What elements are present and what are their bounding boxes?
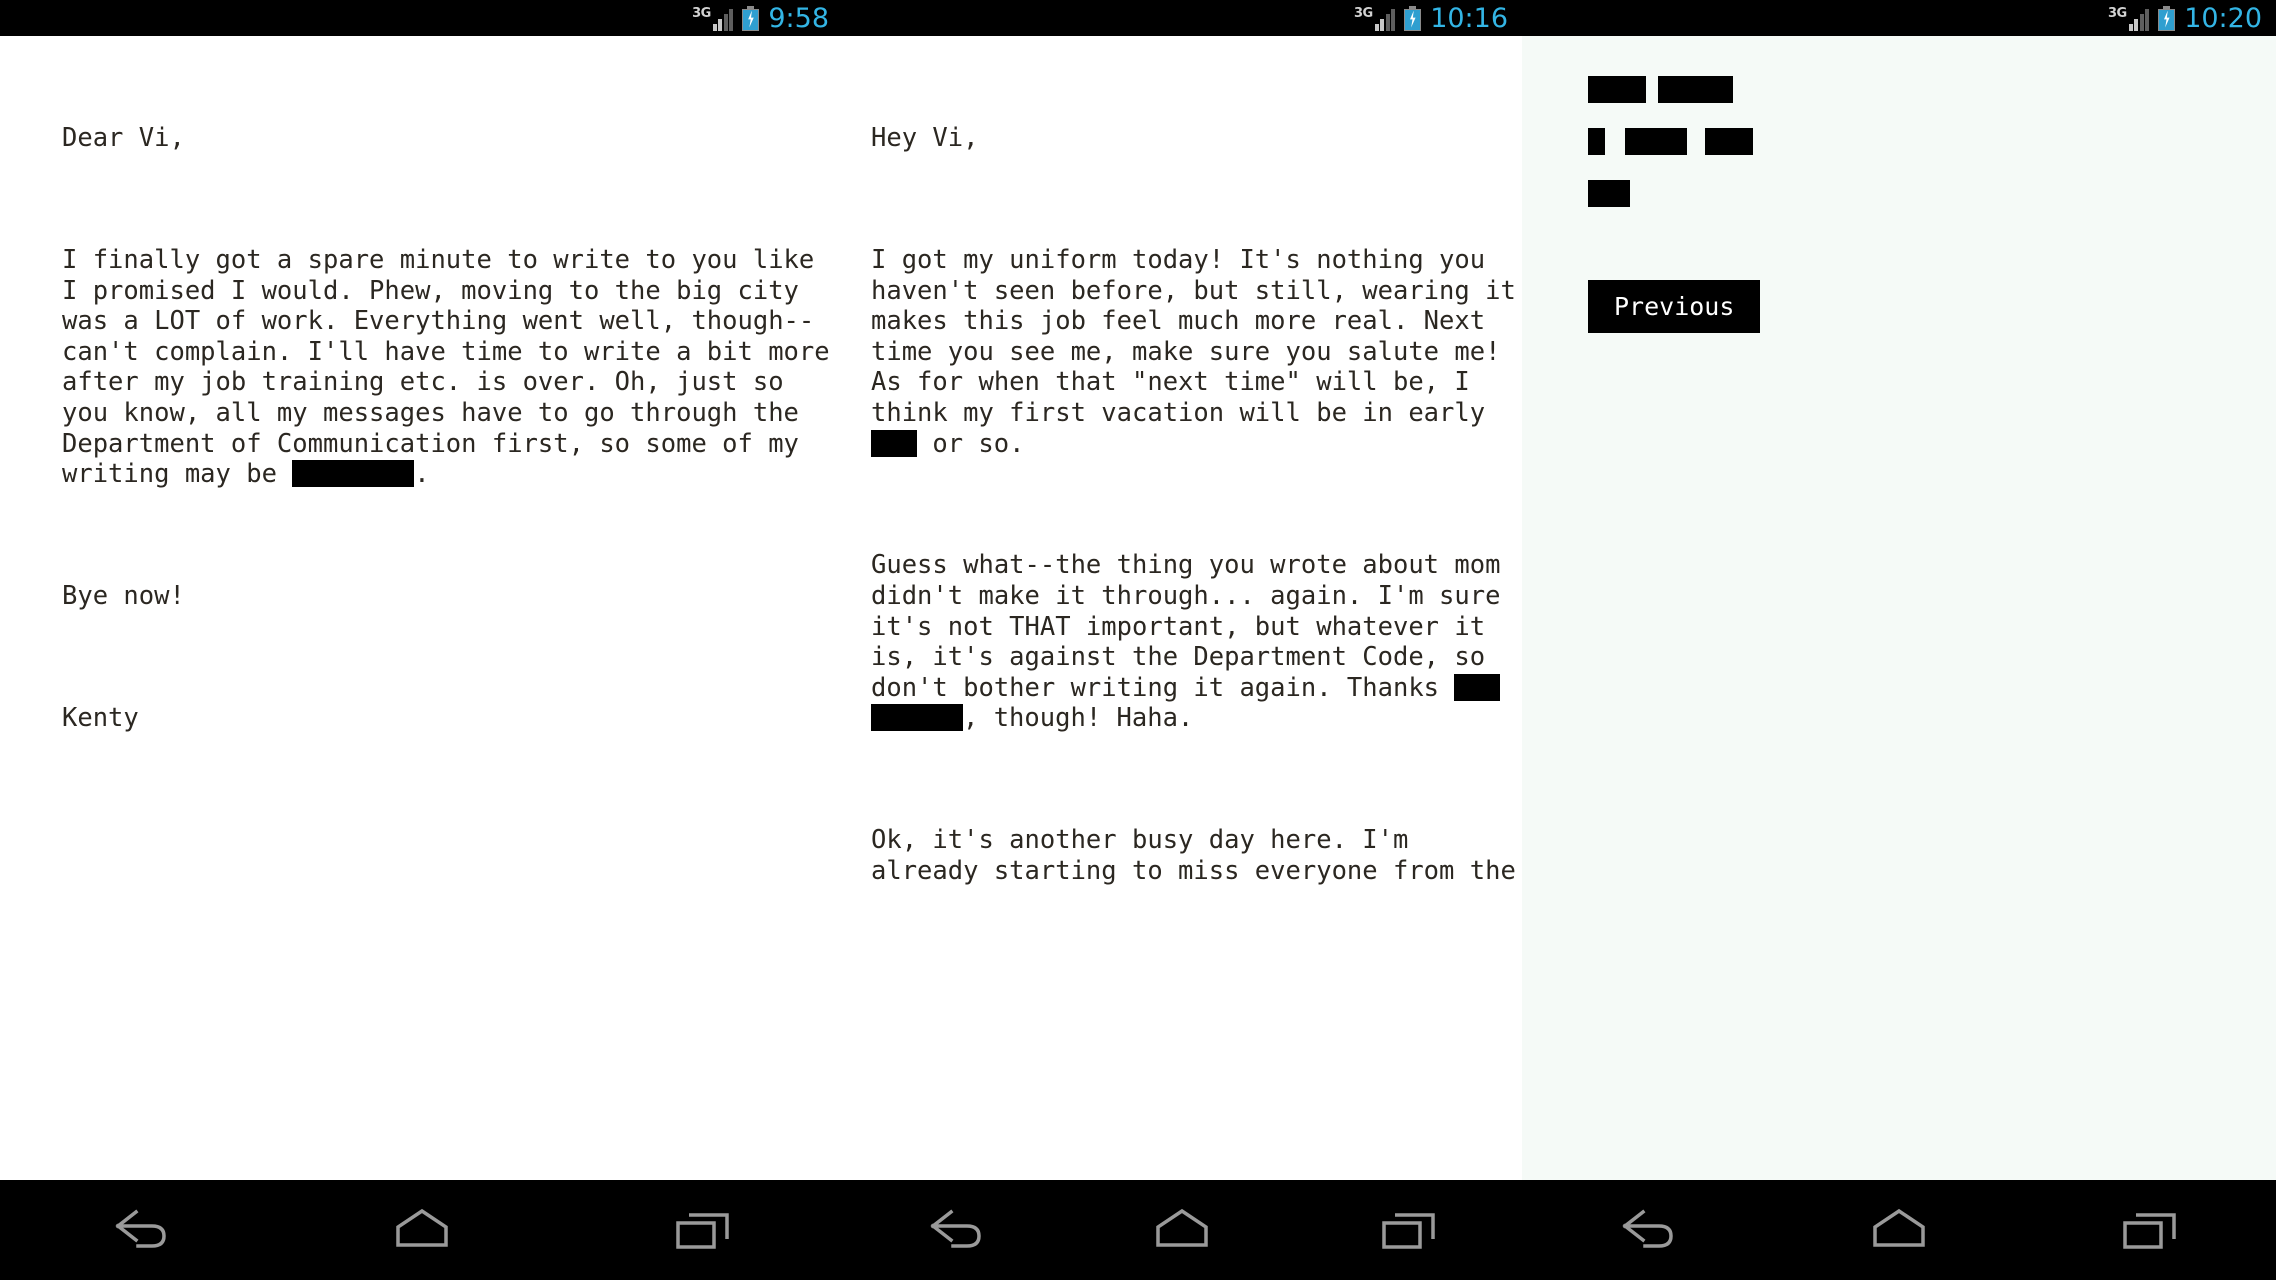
redaction-gap <box>1687 141 1705 142</box>
letter-paragraph: I got my uniform today! It's nothing you… <box>871 245 1522 459</box>
paragraph-text-before-redaction: I finally got a spare minute to write to… <box>62 244 830 490</box>
network-type-label: 3G <box>1353 6 1373 21</box>
recent-apps-icon[interactable] <box>643 1180 763 1280</box>
redaction-block <box>871 704 963 732</box>
redaction-block <box>1588 76 1646 103</box>
status-clock: 10:20 <box>2184 2 2262 34</box>
letter-signature: Kenty <box>62 702 139 733</box>
device-screen-triptych: 3G 9:58 Dear Vi, I finally got a spare m… <box>0 0 2276 1280</box>
redaction-block <box>1625 128 1687 155</box>
home-icon[interactable] <box>1122 1180 1242 1280</box>
salutation: Hey Vi, <box>871 123 979 154</box>
letter-body-2: Hey Vi, I got my uniform today! It's not… <box>843 36 1522 947</box>
letter-body-1: Dear Vi, I finally got a spare minute to… <box>0 36 843 794</box>
panel-letter-uniform: 3G 10:16 Hey Vi, I got my uniform today!… <box>843 0 1522 1180</box>
redacted-lines-container <box>1588 76 2276 207</box>
paragraph-text-between-redactions <box>1500 673 1515 703</box>
android-navigation-bar <box>0 1180 2276 1280</box>
redacted-line <box>1588 128 2276 155</box>
back-icon[interactable] <box>1588 1180 1708 1280</box>
status-bar-1: 3G 9:58 <box>0 0 843 36</box>
redaction-block <box>1705 128 1753 155</box>
back-icon[interactable] <box>896 1180 1016 1280</box>
nav-section-1 <box>0 1180 843 1280</box>
salutation: Dear Vi, <box>62 123 185 154</box>
signal-bars-icon: 3G <box>692 5 734 31</box>
letter-paragraph-truncated: Ok, it's another busy day here. I'm alre… <box>871 825 1516 886</box>
network-type-label: 3G <box>2107 6 2127 21</box>
signal-bars-icon: 3G <box>2107 5 2150 31</box>
previous-button[interactable]: Previous <box>1588 280 1761 333</box>
panel-fully-redacted-letter: 3G 10:20 Previous <box>1522 0 2276 1180</box>
redaction-block <box>1454 673 1501 701</box>
redacted-document: Previous <box>1522 36 2276 333</box>
recent-apps-icon[interactable] <box>2090 1180 2210 1280</box>
nav-section-3 <box>1522 1180 2276 1280</box>
back-icon[interactable] <box>81 1180 201 1280</box>
redaction-block <box>871 429 917 457</box>
paragraph-text-before-redaction: Guess what--the thing you wrote about mo… <box>871 550 1516 703</box>
status-clock: 10:16 <box>1430 2 1508 34</box>
status-bar-3: 3G 10:20 <box>1522 0 2276 36</box>
paragraph-text-after-redaction: or so. <box>917 428 1025 459</box>
battery-charging-icon <box>742 5 760 31</box>
paragraph-text-before-redaction: I got my uniform today! It's nothing you… <box>871 244 1516 428</box>
panel-letter-from-kenty: 3G 9:58 Dear Vi, I finally got a spare m… <box>0 0 843 1180</box>
recent-apps-icon[interactable] <box>1349 1180 1469 1280</box>
letter-paragraph: Guess what--the thing you wrote about mo… <box>871 550 1522 734</box>
home-icon[interactable] <box>362 1180 482 1280</box>
redacted-line <box>1588 76 2276 103</box>
panels-row: 3G 9:58 Dear Vi, I finally got a spare m… <box>0 0 2276 1180</box>
home-icon[interactable] <box>1839 1180 1959 1280</box>
signal-bars-icon: 3G <box>1353 5 1396 31</box>
redacted-line <box>1588 180 2276 207</box>
status-clock: 9:58 <box>768 2 829 34</box>
network-type-label: 3G <box>692 6 711 21</box>
redaction-gap <box>1646 89 1658 90</box>
letter-closing: Bye now! <box>62 580 185 611</box>
redaction-block <box>1588 180 1630 207</box>
status-bar-2: 3G 10:16 <box>843 0 1522 36</box>
battery-charging-icon <box>1404 5 1422 31</box>
nav-section-2 <box>843 1180 1522 1280</box>
paragraph-text-after-redaction: , though! Haha. <box>963 703 1194 734</box>
redaction-block <box>1658 76 1733 103</box>
redaction-block <box>292 460 415 488</box>
paragraph-text-after-redaction: . <box>414 459 430 490</box>
redaction-block <box>1588 128 1605 155</box>
redaction-gap <box>1605 141 1625 142</box>
letter-paragraph: I finally got a spare minute to write to… <box>62 245 843 490</box>
battery-charging-icon <box>2158 5 2176 31</box>
